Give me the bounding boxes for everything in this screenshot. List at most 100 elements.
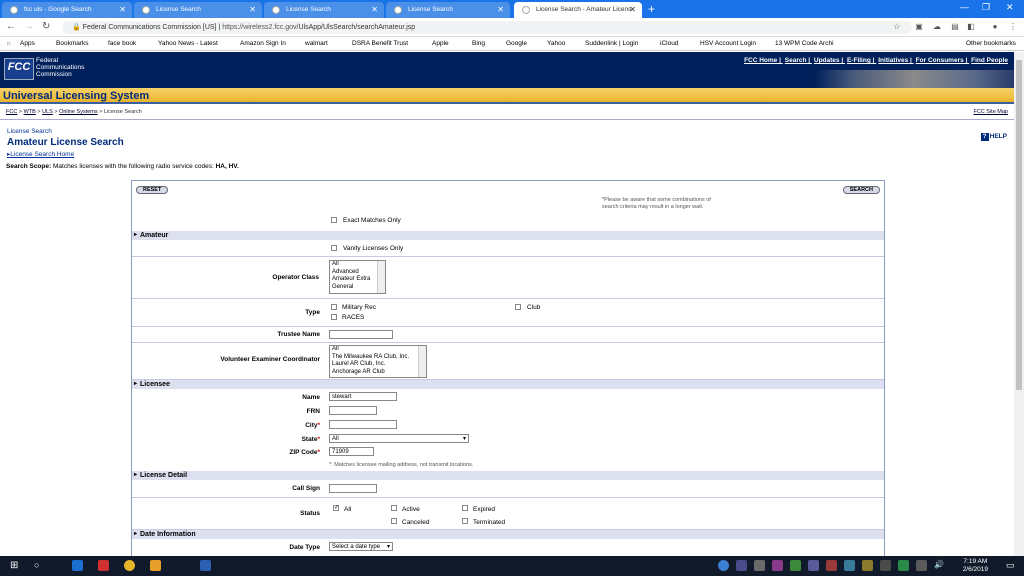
bookmark-walmart[interactable]: walmart: [305, 40, 328, 47]
tray-icon[interactable]: [862, 560, 873, 571]
trustee-name-input[interactable]: [329, 330, 393, 339]
notifications-icon[interactable]: ▭: [1006, 560, 1017, 571]
minimize-button[interactable]: —: [960, 2, 969, 12]
menu-icon[interactable]: ⋮: [1008, 22, 1018, 32]
app-icon[interactable]: [98, 560, 109, 571]
link-initiatives[interactable]: Initiatives: [878, 57, 908, 64]
close-window-button[interactable]: ✕: [1006, 2, 1014, 13]
close-tab-icon[interactable]: ✕: [497, 5, 504, 14]
races-checkbox[interactable]: [331, 314, 337, 320]
extension-icon[interactable]: ◧: [966, 22, 976, 32]
help-tray-icon[interactable]: [718, 560, 729, 571]
close-tab-icon[interactable]: ✕: [629, 5, 636, 14]
section-date-information[interactable]: Date Information: [132, 530, 884, 539]
link-search[interactable]: Search: [785, 57, 807, 64]
link-efiling[interactable]: E-Filing: [847, 57, 871, 64]
tray-icon[interactable]: [898, 560, 909, 571]
link-for-consumers[interactable]: For Consumers: [916, 57, 964, 64]
status-all-checkbox[interactable]: [333, 504, 339, 511]
bookmark-yahoo-news[interactable]: Yahoo News - Latest: [158, 40, 218, 47]
status-terminated-checkbox[interactable]: [462, 518, 468, 524]
bookmark-apps[interactable]: Apps: [20, 40, 35, 47]
reset-button[interactable]: RESET: [136, 186, 169, 194]
chrome-icon[interactable]: [124, 560, 135, 571]
site-map-link[interactable]: FCC Site Map: [973, 109, 1008, 115]
tray-icon[interactable]: [916, 560, 927, 571]
section-license-detail[interactable]: License Detail: [132, 471, 884, 480]
link-fcc-home[interactable]: FCC Home: [744, 57, 777, 64]
tray-icon[interactable]: [880, 560, 891, 571]
list-scrollbar[interactable]: [418, 346, 426, 377]
help-button[interactable]: ? HELP: [980, 133, 1007, 141]
url-bar[interactable]: 🔒 Federal Communications Commission [US]…: [62, 21, 912, 34]
tray-icon[interactable]: [772, 560, 783, 571]
tab-license-search-3[interactable]: License Search ✕: [386, 2, 510, 18]
tray-icon[interactable]: [826, 560, 837, 571]
link-updates[interactable]: Updates: [814, 57, 840, 64]
status-expired-checkbox[interactable]: [462, 505, 468, 511]
list-scrollbar[interactable]: [377, 261, 385, 293]
section-licensee[interactable]: Licensee: [132, 380, 884, 389]
search-button[interactable]: SEARCH: [842, 186, 880, 194]
tab-license-search-2[interactable]: License Search ✕: [264, 2, 384, 18]
club-checkbox[interactable]: [515, 304, 521, 310]
bookmark-apple[interactable]: Apple: [432, 40, 449, 47]
bookmark-dsra[interactable]: DSRA Benefit Trust: [352, 40, 408, 47]
operator-class-list[interactable]: All Advanced Amateur Extra General: [329, 260, 386, 294]
bookmark-hsv[interactable]: HSV Account Login: [700, 40, 756, 47]
extension-icon[interactable]: ▤: [950, 22, 960, 32]
new-tab-button[interactable]: +: [648, 2, 655, 16]
volume-icon[interactable]: 🔊: [934, 560, 945, 571]
taskbar-clock[interactable]: 7:19 AM 2/6/2019: [963, 558, 988, 574]
close-tab-icon[interactable]: ✕: [249, 5, 256, 14]
bookmark-facebook[interactable]: face book: [108, 40, 136, 47]
profile-icon[interactable]: ●: [990, 22, 1000, 32]
tab-license-search-1[interactable]: License Search ✕: [134, 2, 262, 18]
section-amateur[interactable]: Amateur: [132, 231, 884, 240]
fcc-logo[interactable]: FCC: [4, 58, 34, 80]
close-tab-icon[interactable]: ✕: [371, 5, 378, 14]
bookmark-bookmarks[interactable]: Bookmarks: [56, 40, 89, 47]
date-type-select[interactable]: Select a date type: [329, 542, 393, 551]
call-sign-input[interactable]: [329, 484, 377, 493]
forward-arrow-icon[interactable]: →: [24, 21, 34, 32]
tray-icon[interactable]: [754, 560, 765, 571]
bookmark-google[interactable]: Google: [506, 40, 527, 47]
link-find-people[interactable]: Find People: [971, 57, 1008, 64]
bookmark-amazon[interactable]: Amazon Sign In: [240, 40, 286, 47]
extension-icon[interactable]: ▣: [914, 22, 924, 32]
star-icon[interactable]: ☆: [892, 22, 902, 32]
word-icon[interactable]: [200, 560, 211, 571]
tray-icon[interactable]: [790, 560, 801, 571]
tab-google-search[interactable]: fcc uls - Google Search ✕: [2, 2, 132, 18]
zip-input[interactable]: 71909: [329, 447, 374, 456]
state-select[interactable]: All: [329, 434, 469, 443]
license-search-home-link[interactable]: ▸License Search Home: [7, 150, 74, 158]
vec-list[interactable]: All The Milwaukee RA Club, Inc. Laurel AR …: [329, 345, 427, 378]
file-explorer-icon[interactable]: [150, 560, 161, 571]
back-arrow-icon[interactable]: ←: [6, 21, 16, 32]
maximize-button[interactable]: ❐: [982, 2, 990, 13]
reload-icon[interactable]: ↻: [42, 21, 50, 32]
close-tab-icon[interactable]: ✕: [119, 5, 126, 14]
tab-amateur-license-search[interactable]: License Search - Amateur Licens ✕: [514, 2, 642, 18]
bookmark-bing[interactable]: Bing: [472, 40, 485, 47]
frn-input[interactable]: [329, 406, 377, 415]
bookmark-wpm[interactable]: 13 WPM Code Archi: [775, 40, 834, 47]
vanity-checkbox[interactable]: [331, 245, 337, 251]
tray-icon[interactable]: [808, 560, 819, 571]
bookmark-icloud[interactable]: iCloud: [660, 40, 678, 47]
exact-matches-checkbox[interactable]: [331, 217, 337, 223]
status-canceled-checkbox[interactable]: [391, 518, 397, 524]
bookmark-yahoo[interactable]: Yahoo: [547, 40, 565, 47]
other-bookmarks[interactable]: Other bookmarks: [966, 40, 1016, 47]
search-icon[interactable]: ○: [34, 560, 45, 571]
tray-icon[interactable]: [736, 560, 747, 571]
status-active-checkbox[interactable]: [391, 505, 397, 511]
military-rec-checkbox[interactable]: [331, 304, 337, 310]
windows-start-icon[interactable]: ⊞: [10, 560, 21, 571]
tray-icon[interactable]: [844, 560, 855, 571]
name-input[interactable]: stewart: [329, 392, 397, 401]
page-scrollbar[interactable]: [1014, 52, 1024, 556]
bookmark-suddenlink[interactable]: Suddenlink | Login: [585, 40, 638, 47]
